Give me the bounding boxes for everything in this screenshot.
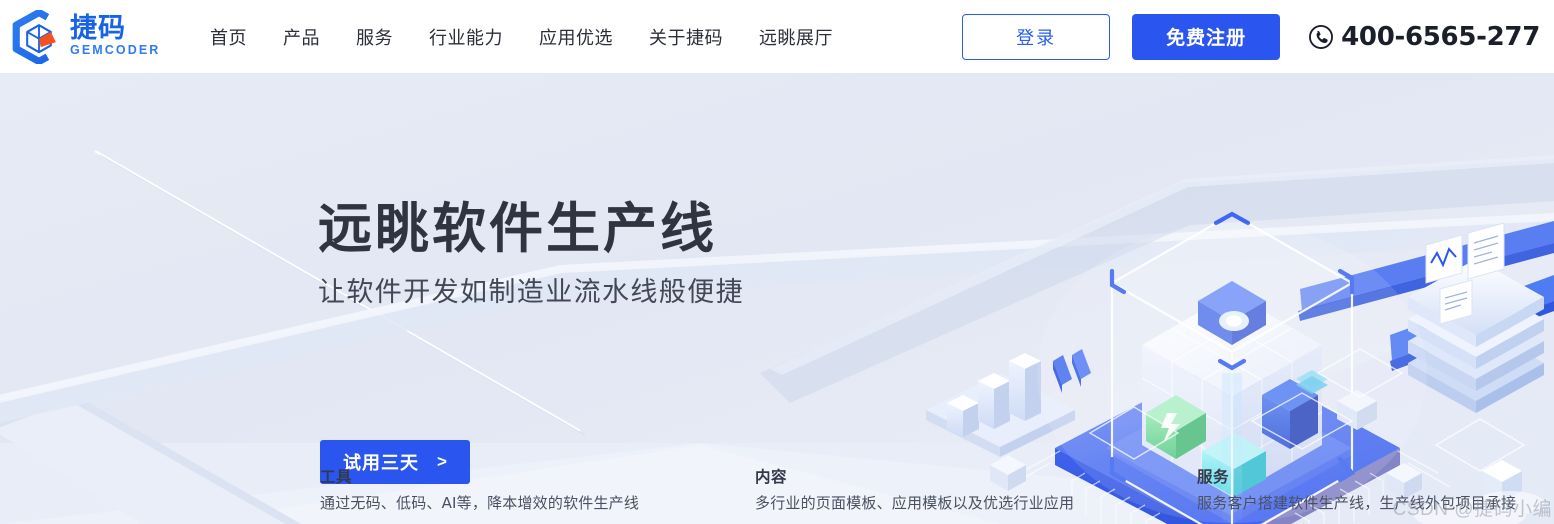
main-navigation: 首页 产品 服务 行业能力 应用优选 关于捷码 远眺展厅 bbox=[210, 18, 869, 56]
feature-desc: 多行业的页面模板、应用模板以及优选行业应用 bbox=[755, 494, 1075, 512]
nav-item-app-selection[interactable]: 应用优选 bbox=[539, 18, 613, 56]
logo-wordmark: 捷码 GEMCODER bbox=[70, 12, 161, 58]
site-header: 捷码 GEMCODER 首页 产品 服务 行业能力 应用优选 关于捷码 远眺展厅… bbox=[0, 0, 1554, 73]
nav-item-industry-capability[interactable]: 行业能力 bbox=[429, 18, 503, 56]
logo-name-cn: 捷码 bbox=[70, 12, 126, 44]
contact-phone[interactable]: 400-6565-277 bbox=[1308, 22, 1540, 52]
nav-item-services[interactable]: 服务 bbox=[356, 18, 393, 56]
header-actions: 登录 免费注册 400-6565-277 bbox=[962, 13, 1540, 60]
feature-title: 服务 bbox=[1197, 468, 1230, 486]
gemcoder-hex-cube-logo-icon bbox=[12, 9, 66, 64]
nav-item-showroom[interactable]: 远眺展厅 bbox=[759, 18, 833, 56]
hero-copy: 远眺软件生产线 让软件开发如制造业流水线般便捷 bbox=[318, 197, 744, 309]
nav-item-home[interactable]: 首页 bbox=[210, 18, 247, 56]
nav-item-about[interactable]: 关于捷码 bbox=[649, 18, 723, 56]
nav-item-products[interactable]: 产品 bbox=[283, 18, 320, 56]
hero-subtitle: 让软件开发如制造业流水线般便捷 bbox=[318, 277, 744, 309]
site-logo[interactable]: 捷码 GEMCODER bbox=[12, 9, 182, 65]
feature-title: 内容 bbox=[755, 468, 788, 486]
hero-title: 远眺软件生产线 bbox=[318, 197, 717, 260]
phone-number: 400-6565-277 bbox=[1341, 21, 1540, 52]
login-button[interactable]: 登录 bbox=[962, 13, 1111, 60]
register-button[interactable]: 免费注册 bbox=[1132, 13, 1281, 60]
feature-desc: 服务客户搭建软件生产线，生产线外包项目承接 bbox=[1197, 494, 1517, 512]
feature-item-content: 内容 多行业的页面模板、应用模板以及优选行业应用 bbox=[755, 465, 1074, 513]
page-root: 捷码 GEMCODER 首页 产品 服务 行业能力 应用优选 关于捷码 远眺展厅… bbox=[0, 0, 1554, 524]
feature-item-service: 服务 服务客户搭建软件生产线，生产线外包项目承接 bbox=[1197, 465, 1516, 513]
feature-columns: 工具 通过无码、低码、AI等，降本增效的软件生产线 内容 多行业的页面模板、应用… bbox=[0, 443, 1554, 524]
feature-desc: 通过无码、低码、AI等，降本增效的软件生产线 bbox=[320, 494, 640, 512]
feature-title: 工具 bbox=[320, 468, 353, 486]
phone-icon bbox=[1309, 24, 1334, 49]
feature-item-tools: 工具 通过无码、低码、AI等，降本增效的软件生产线 bbox=[320, 465, 639, 513]
logo-name-en: GEMCODER bbox=[70, 43, 161, 58]
